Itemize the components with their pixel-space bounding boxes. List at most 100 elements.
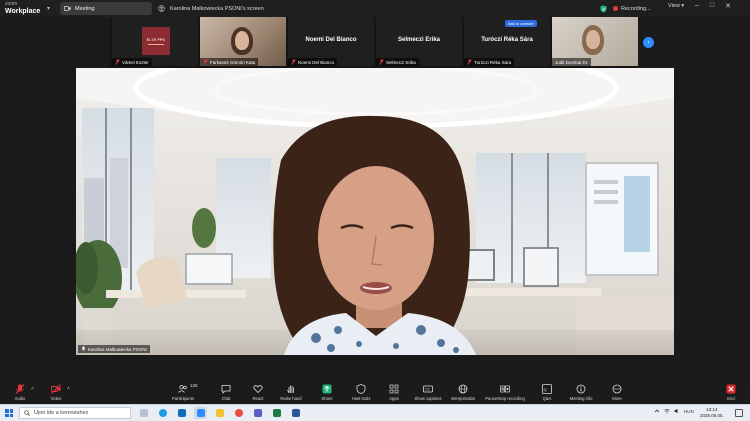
video-button[interactable]: Video bbox=[34, 384, 78, 401]
interpretation-label: Interpretation bbox=[450, 396, 476, 401]
excel-icon[interactable] bbox=[270, 407, 283, 419]
mic-off-icon bbox=[203, 59, 208, 65]
participant-name-label: Turóczi Réka Sára bbox=[474, 59, 512, 65]
participant-tile[interactable]: Selmeczi Erika Selmeczi Erika bbox=[376, 17, 462, 66]
system-clock[interactable]: 12:14 2025.06.05. bbox=[700, 407, 724, 419]
mic-off-icon bbox=[15, 384, 25, 394]
participant-display-name: Turóczi Réka Sára bbox=[481, 37, 533, 43]
captions-icon: CC bbox=[423, 385, 433, 393]
globe-icon bbox=[458, 384, 468, 394]
end-button[interactable]: End bbox=[709, 384, 750, 401]
participant-name: Noemi Del Bianco bbox=[288, 58, 338, 66]
gallery-next-button[interactable]: › bbox=[643, 37, 654, 48]
chevron-down-icon[interactable]: ▾ bbox=[47, 5, 50, 12]
share-label: Share bbox=[321, 396, 333, 401]
active-speaker-video: Karolina Malkowiecka PSONI bbox=[76, 68, 674, 355]
chat-icon bbox=[221, 385, 231, 394]
word-icon[interactable] bbox=[289, 407, 302, 419]
teams-icon[interactable] bbox=[251, 407, 264, 419]
hand-icon bbox=[287, 385, 294, 394]
participant-tile[interactable]: Judit Dombai Dr. bbox=[552, 17, 638, 66]
show-captions-label: Show captions bbox=[414, 396, 442, 401]
info-icon bbox=[576, 384, 586, 394]
logo-text: ELTE PPK bbox=[146, 37, 166, 42]
mic-off-icon bbox=[115, 59, 120, 65]
participant-name: Turóczi Réka Sára bbox=[464, 58, 515, 66]
shield-icon[interactable] bbox=[600, 4, 607, 13]
maximize-icon[interactable]: □ bbox=[710, 2, 714, 10]
participant-face bbox=[586, 30, 600, 49]
meeting-info-label: Meeting info bbox=[569, 396, 593, 401]
participant-name: Vámei Eszter bbox=[112, 58, 152, 66]
taskbar-search-input[interactable]: Ujon ide a kereséshez bbox=[19, 407, 131, 419]
participant-tile[interactable]: Noemi Del Bianco Noemi Del Bianco bbox=[288, 17, 374, 66]
speaker-name-label: Karolina Malkowiecka PSONI bbox=[88, 346, 147, 352]
participant-name-label: Noemi Del Bianco bbox=[298, 59, 335, 65]
keyboard-language[interactable]: HUN bbox=[684, 409, 694, 414]
wifi-icon[interactable] bbox=[664, 408, 670, 414]
chevron-up-icon[interactable] bbox=[654, 408, 660, 414]
task-view-icon[interactable] bbox=[137, 407, 150, 419]
end-label: End bbox=[727, 396, 735, 401]
host-tools-label: Host tools bbox=[351, 396, 371, 401]
screen-share-icon bbox=[158, 5, 165, 12]
participants-button[interactable]: Participants bbox=[161, 384, 205, 401]
shield-icon bbox=[356, 384, 366, 394]
title-bar: zoom Workplace ▾ Meeting Karolina Malkow… bbox=[0, 0, 750, 17]
interpretation-button[interactable]: Interpretation bbox=[441, 384, 485, 401]
tab-meeting-label: Meeting bbox=[75, 5, 95, 12]
participant-tile[interactable]: ELTE PPK Vámei Eszter bbox=[112, 17, 198, 66]
window-controls: – □ ✕ bbox=[695, 2, 731, 10]
recording-dot-icon bbox=[613, 6, 618, 11]
chevron-right-icon: › bbox=[647, 39, 650, 46]
recording-label: Recording... bbox=[621, 5, 651, 12]
ask-to-unmute-chip[interactable]: Ask to unmute bbox=[505, 20, 537, 27]
participants-icon bbox=[178, 385, 187, 393]
notification-icon[interactable] bbox=[735, 409, 743, 417]
view-label: View bbox=[668, 3, 680, 9]
apps-label: Apps bbox=[389, 396, 399, 401]
brand-small: zoom bbox=[5, 1, 18, 7]
close-icon[interactable]: ✕ bbox=[725, 2, 731, 10]
participant-display-name: Noemi Del Bianco bbox=[305, 37, 357, 43]
edge-browser-icon[interactable] bbox=[156, 407, 169, 419]
windows-start-icon[interactable] bbox=[5, 409, 13, 417]
brand-name: Workplace bbox=[5, 8, 41, 15]
volume-icon[interactable] bbox=[674, 408, 680, 414]
end-call-icon bbox=[726, 384, 736, 394]
pause-stop-recording-button[interactable]: Pause/stop recording bbox=[483, 384, 527, 401]
participants-count: 126 bbox=[190, 383, 198, 388]
participant-tile[interactable]: Farkasné Gömöri Kata bbox=[200, 17, 286, 66]
speaker-name-tag: Karolina Malkowiecka PSONI bbox=[78, 345, 150, 353]
react-label: React bbox=[252, 396, 264, 401]
minimize-icon[interactable]: – bbox=[695, 2, 699, 10]
file-explorer-icon[interactable] bbox=[213, 407, 226, 419]
svg-text:Q: Q bbox=[544, 387, 547, 392]
more-icon bbox=[612, 384, 622, 394]
chevron-up-icon[interactable]: ˄ bbox=[67, 386, 70, 392]
logo: ELTE PPK bbox=[142, 27, 170, 55]
screen-owner-label: Karolina Malkowiecka PSONI's screen bbox=[170, 5, 264, 12]
participant-name: Judit Dombai Dr. bbox=[552, 58, 592, 66]
view-button[interactable]: View ▾ bbox=[668, 3, 684, 9]
more-button[interactable]: More bbox=[595, 384, 639, 401]
logo-rule bbox=[148, 43, 164, 45]
zoom-app-icon[interactable] bbox=[194, 407, 207, 419]
participants-label: Participants bbox=[172, 396, 194, 401]
raise-hand-label: Raise hand bbox=[280, 396, 302, 401]
svg-text:CC: CC bbox=[425, 388, 431, 392]
clock-date: 2025.06.05. bbox=[700, 413, 724, 418]
share-screen-icon bbox=[322, 384, 332, 394]
participant-name-label: Judit Dombai Dr. bbox=[555, 59, 589, 65]
outlook-icon[interactable] bbox=[175, 407, 188, 419]
pinned-apps bbox=[137, 407, 302, 419]
chrome-icon[interactable] bbox=[232, 407, 245, 419]
audio-label: Audio bbox=[14, 396, 26, 401]
system-tray: HUN bbox=[654, 408, 694, 414]
video-camera-icon bbox=[64, 6, 71, 11]
app-brand[interactable]: zoom Workplace bbox=[5, 1, 40, 15]
qa-icon: Q bbox=[542, 384, 552, 394]
recording-status[interactable]: Recording... bbox=[600, 2, 651, 15]
tab-meeting[interactable]: Meeting bbox=[60, 2, 152, 15]
participant-name-label: Selmeczi Erika bbox=[386, 59, 416, 65]
